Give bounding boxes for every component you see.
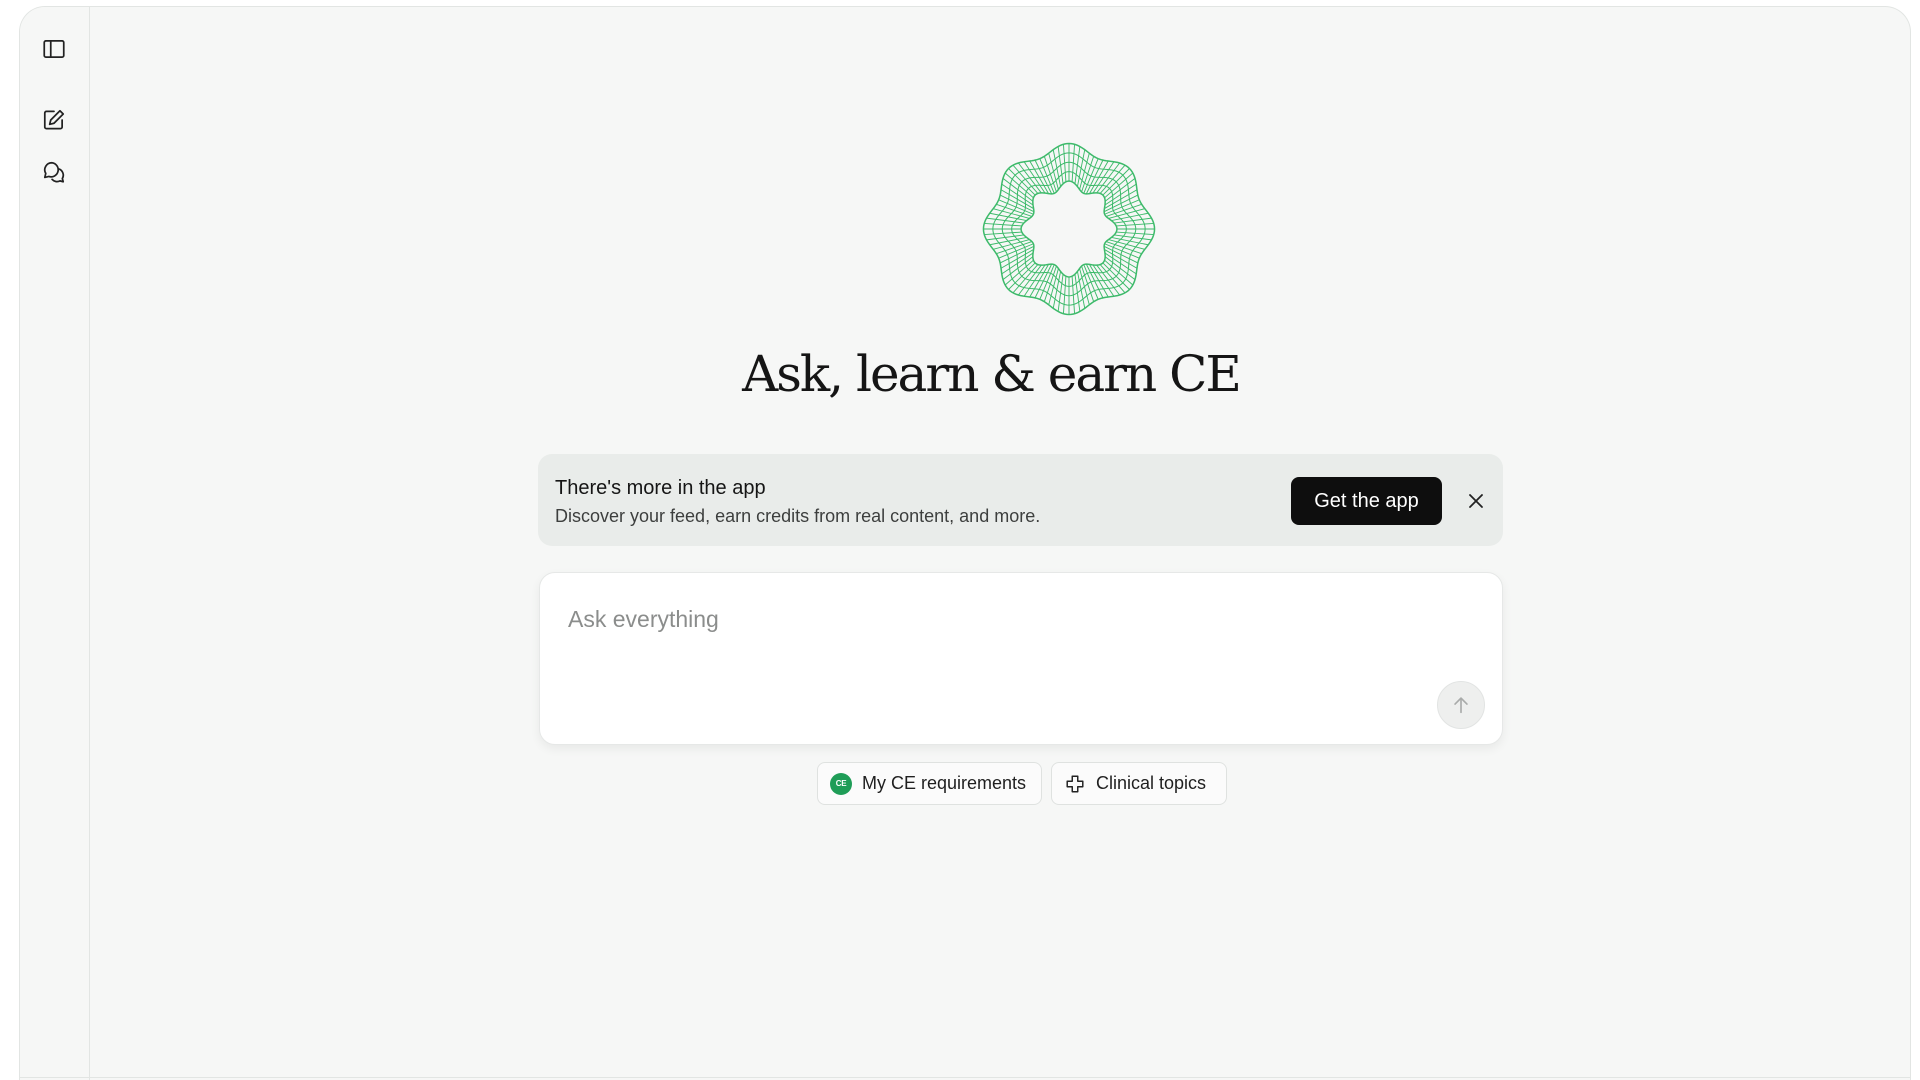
divider [20,1077,1910,1078]
logo-mesh-line [1017,162,1042,194]
close-banner-button[interactable] [1462,487,1490,515]
my-ce-requirements-chip[interactable]: CE My CE requirements [817,762,1042,805]
logo-mesh-line [1104,177,1136,202]
logo-mesh-line [1002,256,1034,281]
chats-button[interactable] [35,153,73,191]
app-window: Ask, learn & earn CE There's more in the… [19,6,1911,1080]
get-app-banner: There's more in the app Discover your fe… [538,454,1503,546]
wireframe-ring-logo [982,142,1156,316]
banner-title: There's more in the app [555,477,766,499]
logo-mesh-line [1002,177,1034,202]
clinical-topics-chip[interactable]: Clinical topics [1051,762,1227,805]
ask-input[interactable] [568,599,1448,639]
ce-badge-icon: CE [830,772,852,795]
logo-ring-line [1020,180,1118,278]
toggle-sidebar-button[interactable] [35,30,73,68]
logo-mesh-line [1104,256,1136,281]
chip-label: My CE requirements [862,773,1027,793]
logo-mesh-line [1096,162,1121,194]
new-chat-icon [43,109,65,130]
close-icon [1469,494,1483,508]
new-chat-button[interactable] [35,101,73,139]
arrow-up-icon [1454,697,1468,714]
get-the-app-button[interactable]: Get the app [1291,477,1442,525]
logo-mesh-line [1096,264,1121,296]
chats-icon [43,161,65,183]
send-button[interactable] [1437,681,1485,729]
sidebar [20,7,90,1080]
main-content: Ask, learn & earn CE There's more in the… [91,7,1910,1080]
medical-cross-icon [1066,774,1084,793]
sidebar-toggle-icon [43,40,65,58]
ask-box [539,572,1503,745]
logo-mesh-line [1017,264,1042,296]
banner-subtitle: Discover your feed, earn credits from re… [555,506,1041,526]
chip-label: Clinical topics [1096,773,1207,793]
page-title: Ask, learn & earn CE [742,345,1242,403]
